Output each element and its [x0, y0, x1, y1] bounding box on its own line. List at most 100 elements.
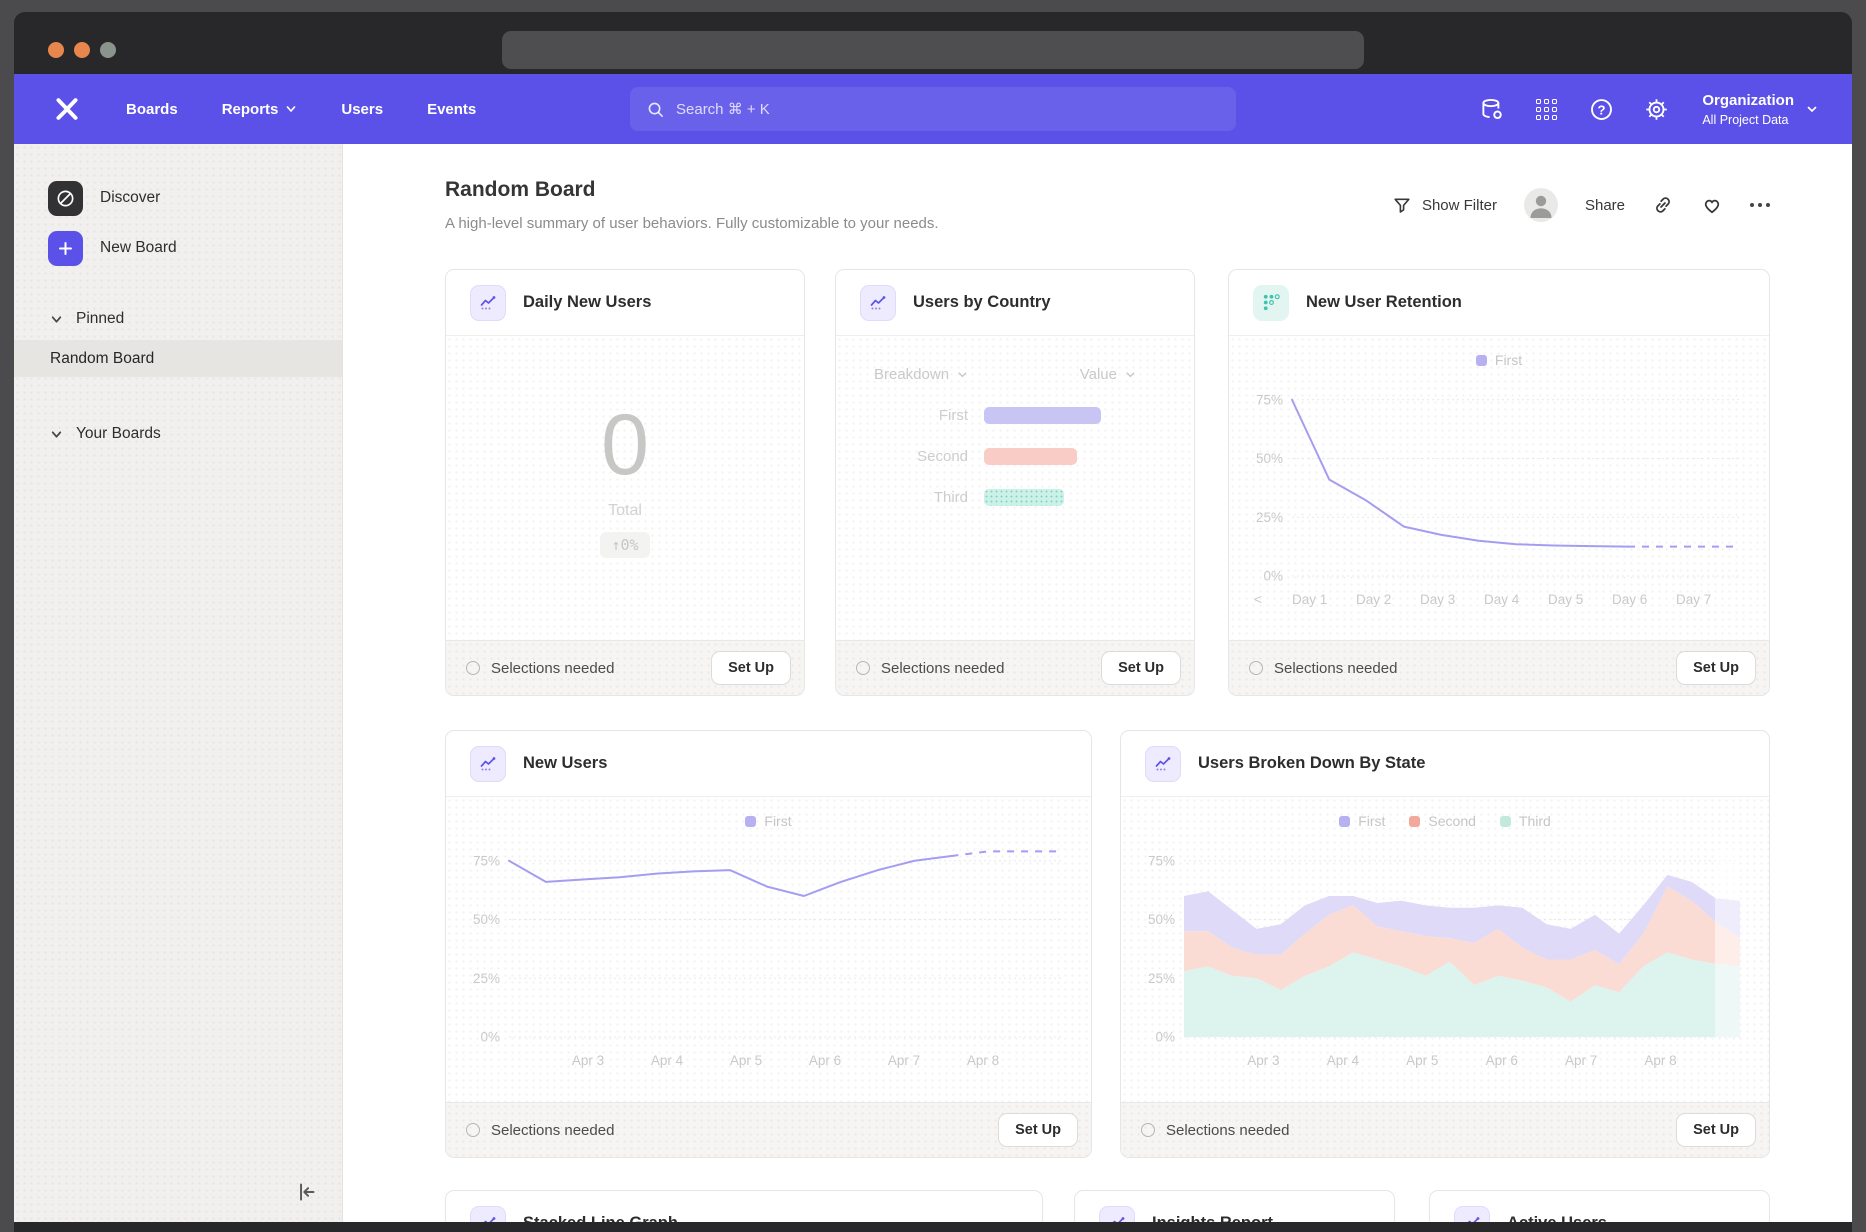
- status-text: Selections needed: [856, 660, 1101, 677]
- svg-text:75%: 75%: [473, 853, 500, 868]
- svg-text:50%: 50%: [1148, 912, 1175, 927]
- radio-circle-icon: [1141, 1123, 1155, 1137]
- nav-label-users: Users: [341, 101, 383, 118]
- card-header: Insights Report: [1075, 1191, 1394, 1222]
- legend-swatch: [745, 816, 756, 827]
- nav-item-users[interactable]: Users: [341, 101, 383, 118]
- card-stacked-line-graph: Stacked Line Graph: [445, 1190, 1043, 1222]
- radio-circle-icon: [466, 1123, 480, 1137]
- row-label: Third: [836, 489, 968, 506]
- collapse-sidebar-icon[interactable]: [294, 1179, 320, 1210]
- set-up-button[interactable]: Set Up: [1676, 1113, 1756, 1147]
- plus-icon: [48, 231, 83, 266]
- value-bar-pink: [984, 448, 1077, 465]
- card-header: Daily New Users: [446, 270, 804, 336]
- line-chart-icon: [860, 285, 896, 321]
- svg-text:Apr 8: Apr 8: [1644, 1053, 1676, 1068]
- chevron-down-icon: [50, 428, 63, 441]
- settings-gear-icon[interactable]: [1643, 96, 1669, 122]
- svg-text:Day 1: Day 1: [1292, 592, 1327, 607]
- card-title: Insights Report: [1152, 1214, 1273, 1222]
- window-zoom-button[interactable]: [100, 42, 116, 58]
- legend-label: Second: [1428, 813, 1475, 829]
- new-users-line-chart: 75%50%25%0%Apr 3Apr 4Apr 5Apr 6Apr 7Apr …: [461, 833, 1076, 1083]
- card-title: Active Users: [1507, 1214, 1607, 1222]
- filter-funnel-icon: [1392, 195, 1412, 215]
- svg-text:0%: 0%: [480, 1030, 500, 1045]
- share-button[interactable]: Share: [1585, 197, 1625, 214]
- more-options-icon[interactable]: [1750, 203, 1770, 207]
- metric-label: Total: [446, 502, 804, 520]
- card-title: Users by Country: [913, 293, 1051, 312]
- value-label: Value: [1080, 366, 1117, 383]
- chart-legend: First: [446, 813, 1091, 829]
- favorite-button[interactable]: [1701, 194, 1723, 216]
- show-filter-button[interactable]: Show Filter: [1392, 195, 1497, 215]
- svg-text:Apr 5: Apr 5: [1406, 1053, 1438, 1068]
- svg-text:Day 2: Day 2: [1356, 592, 1391, 607]
- card-header: Users by Country: [836, 270, 1194, 336]
- value-bar-teal: [984, 489, 1064, 506]
- set-up-button[interactable]: Set Up: [1676, 651, 1756, 685]
- legend-swatch: [1476, 355, 1487, 366]
- board-main: Random Board A high-level summary of use…: [343, 144, 1852, 1222]
- caret-down-icon: [1125, 369, 1136, 380]
- search-input[interactable]: Search ⌘ + K: [630, 87, 1236, 131]
- sidebar-random-board-label: Random Board: [50, 350, 154, 368]
- set-up-button[interactable]: Set Up: [1101, 651, 1181, 685]
- sidebar-item-random-board[interactable]: Random Board: [14, 340, 342, 377]
- card-header: Users Broken Down By State: [1121, 731, 1769, 797]
- table-row: Second: [836, 448, 1194, 465]
- sidebar-section-pinned[interactable]: Pinned: [50, 310, 342, 328]
- svg-text:Apr 6: Apr 6: [1486, 1053, 1518, 1068]
- card-header: Active Users: [1430, 1191, 1769, 1222]
- retention-line-chart: 75%50%25%0%Day 1Day 2Day 3Day 4Day 5Day …: [1244, 372, 1754, 622]
- address-bar[interactable]: [502, 31, 1364, 69]
- card-body: First Second Third 75%50%25%0%Apr 3Apr 4…: [1121, 797, 1769, 1102]
- nav-item-boards[interactable]: Boards: [126, 101, 178, 118]
- caret-down-icon: [957, 369, 968, 380]
- status-label: Selections needed: [1274, 660, 1397, 677]
- svg-text:75%: 75%: [1148, 853, 1175, 868]
- breakdown-column[interactable]: Breakdown: [874, 366, 968, 383]
- card-title: New User Retention: [1306, 293, 1462, 312]
- legend-label: Third: [1519, 813, 1551, 829]
- help-icon[interactable]: ?: [1588, 96, 1614, 122]
- breakdown-label: Breakdown: [874, 366, 949, 383]
- row-label: Second: [836, 448, 968, 465]
- copy-link-button[interactable]: [1652, 194, 1674, 216]
- svg-text:50%: 50%: [473, 912, 500, 927]
- window-close-button[interactable]: [48, 42, 64, 58]
- svg-text:50%: 50%: [1256, 451, 1283, 466]
- window-minimize-button[interactable]: [74, 42, 90, 58]
- sidebar-your-boards-label: Your Boards: [76, 425, 161, 443]
- app: Boards Reports Users Events Search ⌘ + K: [14, 74, 1852, 1222]
- value-column[interactable]: Value: [1080, 366, 1136, 383]
- nav-item-events[interactable]: Events: [427, 101, 476, 118]
- card-header: New Users: [446, 731, 1091, 797]
- card-footer: Selections needed Set Up: [1121, 1102, 1769, 1157]
- line-chart-icon: [470, 285, 506, 321]
- nav-right-group: ? Organization All Project Data: [1478, 91, 1818, 127]
- sidebar-item-new-board[interactable]: New Board: [48, 228, 342, 268]
- avatar[interactable]: [1524, 188, 1558, 222]
- card-users-by-state: Users Broken Down By State First Second …: [1120, 730, 1770, 1158]
- card-users-by-country: Users by Country Breakdown Value: [835, 269, 1195, 696]
- stacked-area-chart: 75%50%25%0%Apr 3Apr 4Apr 5Apr 6Apr 7Apr …: [1136, 833, 1754, 1083]
- chevron-down-icon: [50, 313, 63, 326]
- sidebar-section-your-boards[interactable]: Your Boards: [50, 425, 342, 443]
- mixpanel-logo-icon[interactable]: [54, 96, 80, 122]
- legend-swatch: [1409, 816, 1420, 827]
- set-up-button[interactable]: Set Up: [998, 1113, 1078, 1147]
- apps-grid-icon[interactable]: [1533, 96, 1559, 122]
- org-name: Organization: [1702, 91, 1794, 111]
- nav-item-reports[interactable]: Reports: [222, 101, 298, 118]
- svg-text:Apr 4: Apr 4: [1327, 1053, 1360, 1068]
- set-up-button[interactable]: Set Up: [711, 651, 791, 685]
- sidebar-item-discover[interactable]: Discover: [48, 178, 342, 218]
- data-management-icon[interactable]: [1478, 96, 1504, 122]
- svg-text:25%: 25%: [473, 971, 500, 986]
- sidebar-new-board-label: New Board: [100, 239, 177, 257]
- card-insights-report: Insights Report: [1074, 1190, 1395, 1222]
- org-switcher[interactable]: Organization All Project Data: [1702, 91, 1818, 127]
